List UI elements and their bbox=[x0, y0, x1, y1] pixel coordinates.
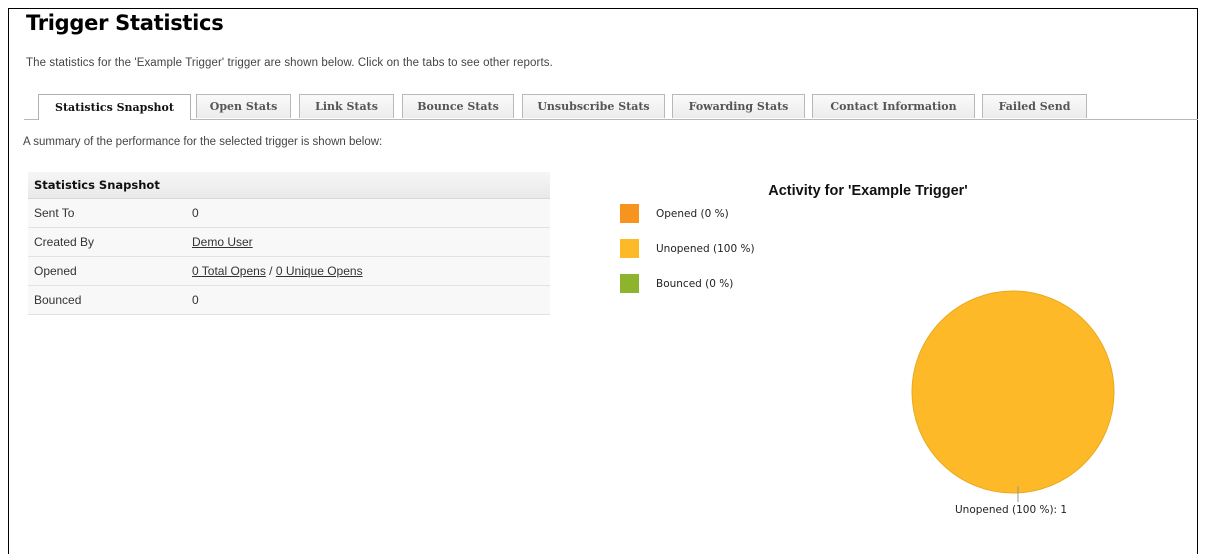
legend-item-opened: Opened (0 %) bbox=[620, 204, 729, 223]
bounced-label: Bounced bbox=[34, 293, 82, 307]
opens-separator: / bbox=[265, 264, 276, 278]
snapshot-header: Statistics Snapshot bbox=[28, 172, 550, 199]
legend-swatch-bounced bbox=[620, 274, 639, 293]
sent-to-label: Sent To bbox=[34, 206, 75, 220]
tab-failed-send[interactable]: Failed Send bbox=[982, 94, 1087, 118]
table-row: Sent To 0 bbox=[28, 199, 550, 228]
pie-slice-unopened bbox=[911, 290, 1115, 494]
legend-label-unopened: Unopened (100 %) bbox=[656, 242, 755, 255]
tab-contact-information[interactable]: Contact Information bbox=[812, 94, 975, 118]
tab-statistics-snapshot[interactable]: Statistics Snapshot bbox=[38, 94, 191, 120]
created-by-label: Created By bbox=[34, 235, 95, 249]
legend-swatch-unopened bbox=[620, 239, 639, 258]
page-title: Trigger Statistics bbox=[26, 11, 224, 35]
unique-opens-link[interactable]: 0 Unique Opens bbox=[276, 264, 363, 278]
legend-label-bounced: Bounced (0 %) bbox=[656, 277, 734, 290]
statistics-snapshot-table: Statistics Snapshot Sent To 0 Created By… bbox=[28, 172, 550, 315]
legend-item-unopened: Unopened (100 %) bbox=[620, 239, 755, 258]
bounced-value: 0 bbox=[192, 293, 199, 307]
summary-text: A summary of the performance for the sel… bbox=[23, 136, 383, 148]
intro-text: The statistics for the 'Example Trigger'… bbox=[26, 57, 553, 69]
table-row: Bounced 0 bbox=[28, 286, 550, 315]
table-row: Opened 0 Total Opens / 0 Unique Opens bbox=[28, 257, 550, 286]
chart-title: Activity for 'Example Trigger' bbox=[768, 183, 968, 199]
table-row: Created By Demo User bbox=[28, 228, 550, 257]
tab-bounce-stats[interactable]: Bounce Stats bbox=[402, 94, 514, 118]
legend-item-bounced: Bounced (0 %) bbox=[620, 274, 733, 293]
sent-to-value: 0 bbox=[192, 206, 199, 220]
pie-chart bbox=[911, 290, 1115, 502]
opened-label: Opened bbox=[34, 264, 77, 278]
slice-label-unopened: Unopened (100 %): 1 bbox=[955, 504, 1068, 516]
tab-forwarding-stats[interactable]: Fowarding Stats bbox=[672, 94, 805, 118]
legend-swatch-opened bbox=[620, 204, 639, 223]
tab-unsubscribe-stats[interactable]: Unsubscribe Stats bbox=[522, 94, 665, 118]
legend-label-opened: Opened (0 %) bbox=[656, 207, 729, 220]
report-tabs: Statistics Snapshot Open Stats Link Stat… bbox=[24, 94, 1198, 120]
created-by-link[interactable]: Demo User bbox=[192, 235, 253, 249]
tab-open-stats[interactable]: Open Stats bbox=[196, 94, 291, 118]
total-opens-link[interactable]: 0 Total Opens bbox=[192, 264, 266, 278]
tab-link-stats[interactable]: Link Stats bbox=[299, 94, 394, 118]
